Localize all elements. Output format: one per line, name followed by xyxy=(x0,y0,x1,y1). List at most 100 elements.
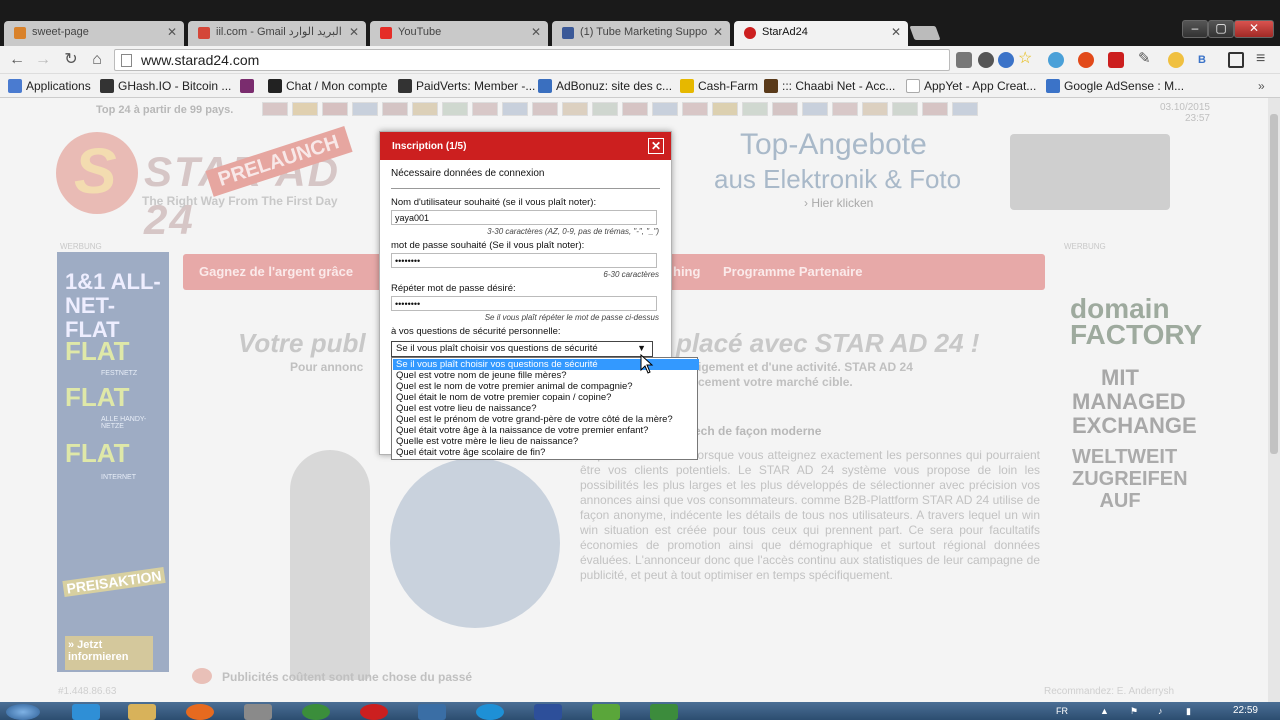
menu-icon[interactable]: ≡ xyxy=(1256,51,1272,68)
flag-icon[interactable] xyxy=(592,102,618,116)
tab-sweet-page[interactable]: sweet-page ✕ xyxy=(4,21,184,46)
flag-icon[interactable] xyxy=(952,102,978,116)
taskbar-clock[interactable]: 22:59 xyxy=(1233,705,1258,716)
flag-icon[interactable] xyxy=(622,102,648,116)
internet-explorer-icon[interactable] xyxy=(72,704,100,720)
close-tab-icon[interactable]: ✕ xyxy=(349,21,359,44)
tab-gmail[interactable]: iil.com - Gmail البريد الوارد ✕ xyxy=(188,21,366,46)
bookmark-cash-farm[interactable]: Cash-Farm xyxy=(680,78,758,94)
extension-icon[interactable] xyxy=(1078,52,1094,68)
extension-icon[interactable] xyxy=(1168,52,1184,68)
opera-icon[interactable] xyxy=(360,704,388,720)
more-bookmarks-icon[interactable]: » xyxy=(1258,78,1265,94)
close-icon[interactable]: ✕ xyxy=(648,138,664,154)
repeat-password-input[interactable] xyxy=(391,296,657,311)
home-icon[interactable]: ⌂ xyxy=(86,49,108,71)
app-icon[interactable] xyxy=(534,704,562,720)
close-tab-icon[interactable]: ✕ xyxy=(531,21,541,44)
dropdown-option[interactable]: Quel était votre âge scolaire de fin? xyxy=(393,447,696,458)
close-tab-icon[interactable]: ✕ xyxy=(167,21,177,44)
volume-icon[interactable]: ♪ xyxy=(1158,706,1168,716)
scrollbar-thumb[interactable] xyxy=(1270,114,1278,454)
firefox-icon[interactable] xyxy=(186,704,214,720)
bookmark-applications[interactable]: Applications xyxy=(8,78,91,94)
bookmark-adbonuz[interactable]: AdBonuz: site des c... xyxy=(538,78,672,94)
banner-ad-subtitle[interactable]: aus Elektronik & Foto xyxy=(714,164,961,195)
forward-icon[interactable]: → xyxy=(32,49,54,71)
flag-icon[interactable] xyxy=(682,102,708,116)
dropdown-option[interactable]: Quel est le nom de votre premier animal … xyxy=(393,381,696,392)
extension-icon[interactable] xyxy=(978,52,994,68)
banner-ad-link[interactable]: › Hier klicken xyxy=(804,196,873,210)
left-ad-banner[interactable]: 1&1 ALL-NET-FLAT FLAT FESTNETZ FLAT ALLE… xyxy=(57,252,169,672)
app-icon[interactable] xyxy=(244,704,272,720)
flag-icon[interactable] xyxy=(292,102,318,116)
dropdown-option[interactable]: Quel était le nom de votre premier copai… xyxy=(393,392,696,403)
address-bar[interactable]: www.starad24.com xyxy=(114,49,950,71)
flag-icon[interactable] xyxy=(532,102,558,116)
flag-icon[interactable] xyxy=(712,102,738,116)
flag-icon[interactable] xyxy=(892,102,918,116)
security-question-select[interactable]: Se il vous plaît choisir vos questions d… xyxy=(391,341,653,357)
battery-icon[interactable]: ▮ xyxy=(1186,706,1196,716)
flag-icon[interactable] xyxy=(652,102,678,116)
extension-icon[interactable] xyxy=(956,52,972,68)
tab-starad24[interactable]: StarAd24 ✕ xyxy=(734,21,908,46)
app-icon[interactable] xyxy=(650,704,678,720)
extension-icon[interactable] xyxy=(1108,52,1124,68)
dropdown-option[interactable]: Quelle est votre mère le lieu de naissan… xyxy=(393,436,696,447)
close-tab-icon[interactable]: ✕ xyxy=(891,21,901,44)
flag-icon[interactable] xyxy=(472,102,498,116)
flag-icon[interactable] xyxy=(742,102,768,116)
tab-youtube[interactable]: YouTube ✕ xyxy=(370,21,548,46)
dropdown-option[interactable]: Quel était votre âge à la naissance de v… xyxy=(393,425,696,436)
camtasia-icon[interactable] xyxy=(592,704,620,720)
flag-icon[interactable] xyxy=(862,102,888,116)
flag-icon[interactable] xyxy=(832,102,858,116)
bookmark-paidverts[interactable]: PaidVerts: Member -... xyxy=(398,78,535,94)
flag-icon[interactable] xyxy=(772,102,798,116)
flag-icon[interactable] xyxy=(352,102,378,116)
right-ad-banner[interactable]: domain FACTORY MIT MANAGED EXCHANGE WELT… xyxy=(1062,252,1202,552)
nav-item-earn[interactable]: Gagnez de l'argent grâce xyxy=(199,264,353,279)
minimize-button[interactable]: – xyxy=(1182,20,1208,38)
bookmark-star-icon[interactable]: ☆ xyxy=(1018,51,1034,68)
left-ad-info-button[interactable]: » Jetzt informieren xyxy=(65,636,153,670)
dropdown-option[interactable]: Quel est votre lieu de naissance? xyxy=(393,403,696,414)
password-input[interactable] xyxy=(391,253,657,268)
flag-icon[interactable] xyxy=(382,102,408,116)
start-button-icon[interactable] xyxy=(6,704,40,720)
banner-ad-title[interactable]: Top-Angebote xyxy=(740,128,927,162)
bookmark-chaabi[interactable]: ::: Chaabi Net - Acc... xyxy=(764,78,895,94)
flag-icon[interactable] xyxy=(562,102,588,116)
nav-item-partner[interactable]: Programme Partenaire xyxy=(723,264,862,279)
back-icon[interactable]: ← xyxy=(6,49,28,71)
bookmark-adsense[interactable]: Google AdSense : M... xyxy=(1046,78,1184,94)
language-indicator[interactable]: FR xyxy=(1056,706,1068,716)
extension-icon[interactable]: B xyxy=(1198,52,1214,68)
banner-ad-image[interactable] xyxy=(1010,134,1170,210)
page-scrollbar[interactable] xyxy=(1268,98,1280,702)
flag-icon[interactable] xyxy=(262,102,288,116)
close-window-button[interactable]: ✕ xyxy=(1234,20,1274,38)
maximize-button[interactable]: ▢ xyxy=(1208,20,1234,38)
extension-icon[interactable] xyxy=(1048,52,1064,68)
nav-item-publishing[interactable]: hing xyxy=(673,264,700,279)
chrome-icon[interactable] xyxy=(302,704,330,720)
flag-icon[interactable] xyxy=(442,102,468,116)
bookmark-chat[interactable]: Chat / Mon compte xyxy=(268,78,387,94)
dropdown-option[interactable]: Quel est le prénom de votre grand-père d… xyxy=(393,414,696,425)
flag-icon[interactable] xyxy=(502,102,528,116)
reload-icon[interactable]: ↻ xyxy=(60,49,82,71)
tab-tube-marketing[interactable]: (1) Tube Marketing Suppo ✕ xyxy=(552,21,730,46)
flag-icon[interactable] xyxy=(322,102,348,116)
cast-icon[interactable] xyxy=(1228,52,1244,68)
site-logo[interactable]: S STAR AD 24 PRELAUNCH The Right Way Fro… xyxy=(56,126,376,243)
network-icon[interactable]: ▲ xyxy=(1100,706,1110,716)
bookmark-unnamed[interactable] xyxy=(240,78,258,94)
close-tab-icon[interactable]: ✕ xyxy=(713,21,723,44)
flag-icon[interactable] xyxy=(802,102,828,116)
bookmark-appyet[interactable]: AppYet - App Creat... xyxy=(906,78,1036,94)
file-explorer-icon[interactable] xyxy=(128,704,156,720)
new-tab-button[interactable] xyxy=(909,26,941,40)
